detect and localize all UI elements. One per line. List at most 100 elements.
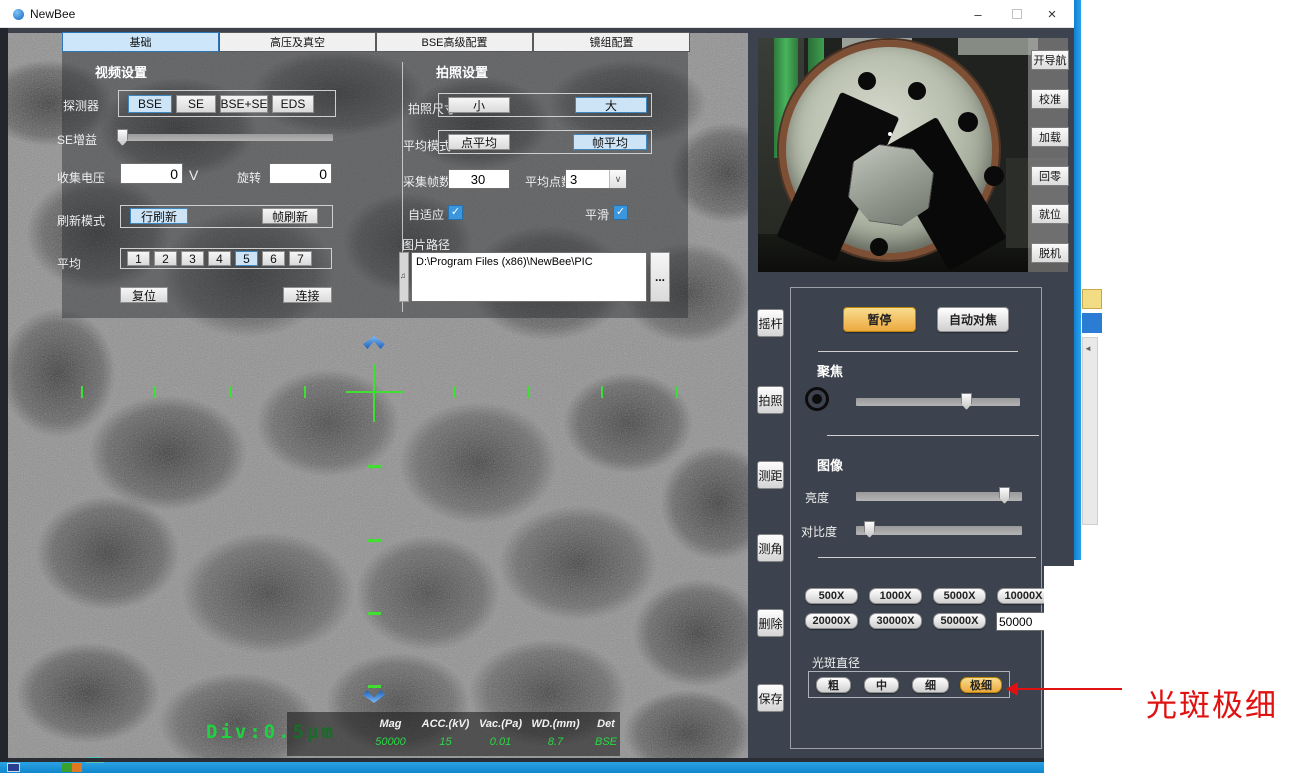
average-2-button[interactable]: 2 <box>154 251 177 266</box>
tool-measure-distance-button[interactable]: 测距 <box>757 461 784 489</box>
connect-button[interactable]: 连接 <box>283 287 332 303</box>
nav-offline-button[interactable]: 脱机 <box>1031 243 1069 263</box>
nav-in-position-button[interactable]: 就位 <box>1031 204 1069 224</box>
collect-voltage-label: 收集电压 <box>57 169 105 186</box>
path-side-icon: ♫ <box>400 271 406 280</box>
detector-bse-se-button[interactable]: BSE+SE <box>220 95 268 113</box>
contrast-slider-track[interactable] <box>856 526 1022 535</box>
app-icon <box>13 9 24 20</box>
nav-calibrate-button[interactable]: 校准 <box>1031 89 1069 109</box>
brightness-slider-track[interactable] <box>856 492 1022 501</box>
average-label: 平均 <box>57 255 81 272</box>
tab-bse-advanced[interactable]: BSE高级配置 <box>376 32 533 52</box>
tab-basic[interactable]: 基础 <box>62 32 219 52</box>
brightness-label: 亮度 <box>805 489 829 506</box>
camera-top-bracket <box>958 38 1038 55</box>
points-dropdown[interactable]: 3 ∨ <box>565 169 627 189</box>
focus-slider-track[interactable] <box>856 398 1020 406</box>
average-1-button[interactable]: 1 <box>127 251 150 266</box>
mag-value-input[interactable] <box>996 612 1050 631</box>
path-box[interactable]: D:\Program Files (x86)\NewBee\PIC <box>411 252 647 302</box>
window-bottom-strip <box>8 758 1074 762</box>
spot-fine-button[interactable]: 细 <box>912 677 949 693</box>
adaptive-checkbox[interactable]: ✓ <box>448 205 463 220</box>
browse-button[interactable]: ... <box>650 252 670 302</box>
tab-lens-config[interactable]: 镜组配置 <box>533 32 690 52</box>
image-section-label: 图像 <box>817 455 843 474</box>
status-value-det: BSE <box>583 736 629 748</box>
record-icon[interactable] <box>805 387 829 411</box>
photo-settings-title: 拍照设置 <box>436 62 488 81</box>
stage-hole <box>958 112 978 132</box>
smooth-checkbox[interactable]: ✓ <box>613 205 628 220</box>
photo-size-small-button[interactable]: 小 <box>448 97 510 113</box>
stub-highlight <box>888 132 892 136</box>
average-5-button[interactable]: 5 <box>235 251 258 266</box>
nav-load-button[interactable]: 加载 <box>1031 127 1069 147</box>
nav-open-navigation-button[interactable]: 开导航 <box>1031 50 1069 70</box>
nav-home-button[interactable]: 回零 <box>1031 166 1069 186</box>
stage-hole <box>858 72 876 90</box>
tool-delete-button[interactable]: 删除 <box>757 609 784 637</box>
annotation-arrow-head <box>1006 682 1018 696</box>
tool-joystick-button[interactable]: 摇杆 <box>757 309 784 337</box>
frame-refresh-button[interactable]: 帧刷新 <box>262 208 318 224</box>
mag-50000x-button[interactable]: 50000X <box>933 613 986 629</box>
mag-20000x-button[interactable]: 20000X <box>805 613 858 629</box>
maximize-button[interactable] <box>1012 9 1022 19</box>
average-7-button[interactable]: 7 <box>289 251 312 266</box>
status-header-vac: Vac.(Pa) <box>473 718 528 730</box>
crosshair-vertical-line <box>373 364 375 422</box>
detector-label: 探测器 <box>63 97 99 114</box>
mag-10000x-button[interactable]: 10000X <box>997 588 1050 604</box>
tool-save-button[interactable]: 保存 <box>757 684 784 712</box>
spot-medium-button[interactable]: 中 <box>864 677 899 693</box>
detector-se-button[interactable]: SE <box>176 95 216 113</box>
refresh-mode-label: 刷新模式 <box>57 212 105 229</box>
spot-extra-fine-button[interactable]: 极细 <box>960 677 1002 693</box>
pause-button[interactable]: 暂停 <box>843 307 916 332</box>
average-6-button[interactable]: 6 <box>262 251 285 266</box>
average-3-button[interactable]: 3 <box>181 251 204 266</box>
line-refresh-button[interactable]: 行刷新 <box>130 208 188 224</box>
ruler-tick <box>368 539 381 542</box>
path-value: D:\Program Files (x86)\NewBee\PIC <box>416 256 593 268</box>
tool-measure-angle-button[interactable]: 测角 <box>757 534 784 562</box>
mag-5000x-button[interactable]: 5000X <box>933 588 986 604</box>
minimize-button[interactable]: – <box>961 0 995 28</box>
collect-voltage-input[interactable] <box>120 163 183 184</box>
autofocus-button[interactable]: 自动对焦 <box>937 307 1009 332</box>
spot-coarse-button[interactable]: 粗 <box>816 677 851 693</box>
tool-capture-button[interactable]: 拍照 <box>757 386 784 414</box>
ruler-tick <box>528 386 530 398</box>
document-white-patch <box>1044 566 1304 773</box>
title-bar[interactable] <box>0 0 1074 28</box>
mag-500x-button[interactable]: 500X <box>805 588 858 604</box>
tab-hv-vacuum[interactable]: 高压及真空 <box>219 32 376 52</box>
adaptive-label: 自适应 <box>408 206 444 223</box>
average-4-button[interactable]: 4 <box>208 251 231 266</box>
background-window-edge <box>1074 0 1081 560</box>
photo-size-large-button[interactable]: 大 <box>575 97 647 113</box>
close-button[interactable]: × <box>1035 0 1069 28</box>
taskbar-explorer-icon[interactable] <box>7 763 20 772</box>
record-icon-dot <box>812 394 822 404</box>
rotation-input[interactable] <box>269 163 332 184</box>
reset-button[interactable]: 复位 <box>120 287 168 303</box>
taskbar[interactable] <box>0 762 1044 773</box>
mag-30000x-button[interactable]: 30000X <box>869 613 922 629</box>
point-average-button[interactable]: 点平均 <box>448 134 510 150</box>
frames-input[interactable] <box>448 169 510 189</box>
taskbar-app-icon[interactable] <box>62 763 82 772</box>
detector-eds-button[interactable]: EDS <box>272 95 314 113</box>
background-sliver-blue <box>1082 313 1102 333</box>
contrast-label: 对比度 <box>801 523 837 540</box>
background-sliver-scrollbar <box>1082 337 1098 525</box>
chevron-down-icon[interactable]: ∨ <box>609 170 626 188</box>
se-gain-slider-track[interactable] <box>117 134 333 141</box>
detector-bse-button[interactable]: BSE <box>128 95 172 113</box>
mag-1000x-button[interactable]: 1000X <box>869 588 922 604</box>
status-value-mag: 50000 <box>363 736 418 748</box>
frame-average-button[interactable]: 帧平均 <box>573 134 647 150</box>
collect-voltage-unit: V <box>189 167 198 183</box>
